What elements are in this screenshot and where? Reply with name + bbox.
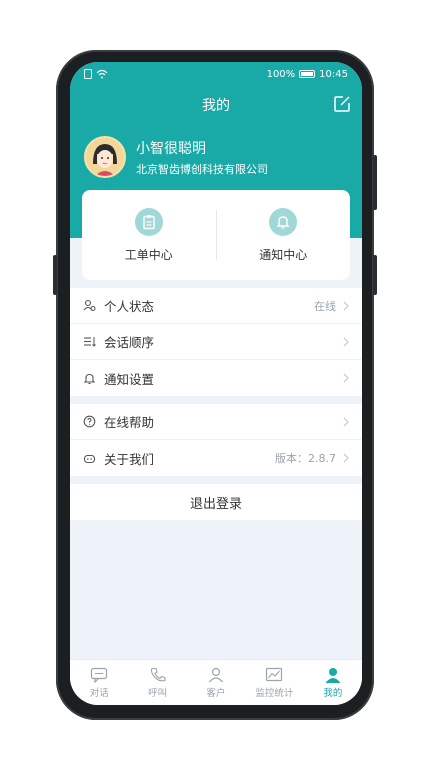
edit-icon[interactable]: [332, 94, 352, 114]
chevron-right-icon: [343, 373, 349, 383]
profile-company: 北京智齿博创科技有限公司: [136, 162, 268, 176]
phone-side-button: [373, 255, 377, 295]
app-screen: 100% 10:45 我的 小智很聪明 北京智齿博创科技有限公司 工单中心 通知…: [70, 62, 362, 705]
clock: 10:45: [319, 68, 348, 80]
wifi-icon: [96, 69, 108, 79]
row-session-order[interactable]: 会话顺序: [70, 324, 362, 360]
sort-icon: [82, 335, 96, 349]
tab-profile[interactable]: 我的: [304, 660, 362, 705]
row-label: 关于我们: [104, 451, 155, 467]
profile-icon: [325, 667, 341, 683]
row-personal-status[interactable]: 个人状态 在线: [70, 288, 362, 324]
tab-monitoring[interactable]: 监控统计: [245, 660, 303, 705]
ticket-center-card[interactable]: 工单中心: [82, 207, 216, 263]
logout-button[interactable]: 退出登录: [70, 484, 362, 520]
row-value: 在线: [314, 299, 336, 313]
row-label: 个人状态: [104, 299, 155, 314]
clipboard-icon: [134, 207, 163, 236]
row-value: 版本：2.8.7: [275, 452, 336, 465]
phone-side-button: [53, 255, 57, 295]
ticket-center-label: 工单中心: [124, 247, 173, 262]
phone-side-button: [373, 155, 377, 210]
row-label: 会话顺序: [104, 335, 155, 350]
battery-percent: 100%: [266, 68, 296, 80]
row-about-us[interactable]: 关于我们 版本：2.8.7: [70, 440, 362, 476]
help-icon: [82, 415, 96, 429]
tab-label: 我的: [323, 687, 343, 699]
avatar[interactable]: [84, 136, 126, 178]
notification-center-label: 通知中心: [259, 247, 308, 262]
tab-label: 对话: [89, 687, 109, 699]
tab-label: 呼叫: [148, 687, 168, 699]
tab-customer[interactable]: 客户: [187, 660, 245, 705]
tab-label: 监控统计: [255, 687, 294, 699]
row-notification-settings[interactable]: 通知设置: [70, 360, 362, 396]
chevron-right-icon: [343, 337, 349, 346]
row-label: 在线帮助: [104, 415, 155, 430]
user-status-icon: [82, 299, 96, 313]
chevron-right-icon: [343, 301, 349, 310]
settings-group-2: 在线帮助 关于我们 版本：2.8.7: [70, 404, 362, 476]
profile-name: 小智很聪明: [136, 140, 206, 157]
notification-center-card[interactable]: 通知中心: [217, 207, 351, 263]
bell-icon: [82, 371, 96, 385]
customer-icon: [209, 667, 223, 682]
phone-icon: [150, 667, 166, 681]
chart-icon: [266, 667, 283, 681]
sim-icon: [84, 69, 92, 79]
quick-cards: 工单中心 通知中心: [82, 190, 350, 280]
battery-icon: [299, 70, 316, 78]
tab-chat[interactable]: 对话: [70, 660, 128, 705]
bottom-tabbar: 对话 呼叫 客户 监控统计 我的: [70, 659, 362, 705]
settings-group-1: 个人状态 在线 会话顺序 通知设置: [70, 288, 362, 396]
robot-icon: [82, 451, 96, 465]
chevron-right-icon: [343, 453, 349, 463]
tab-call[interactable]: 呼叫: [128, 660, 186, 705]
bell-icon: [269, 207, 298, 236]
profile-block[interactable]: 小智很聪明 北京智齿博创科技有限公司: [84, 136, 268, 178]
row-label: 通知设置: [104, 371, 155, 387]
row-online-help[interactable]: 在线帮助: [70, 404, 362, 440]
chat-icon: [91, 667, 108, 683]
status-bar: 100% 10:45: [70, 62, 362, 86]
page-title: 我的: [202, 98, 230, 114]
tab-label: 客户: [206, 687, 226, 699]
chevron-right-icon: [343, 417, 349, 426]
